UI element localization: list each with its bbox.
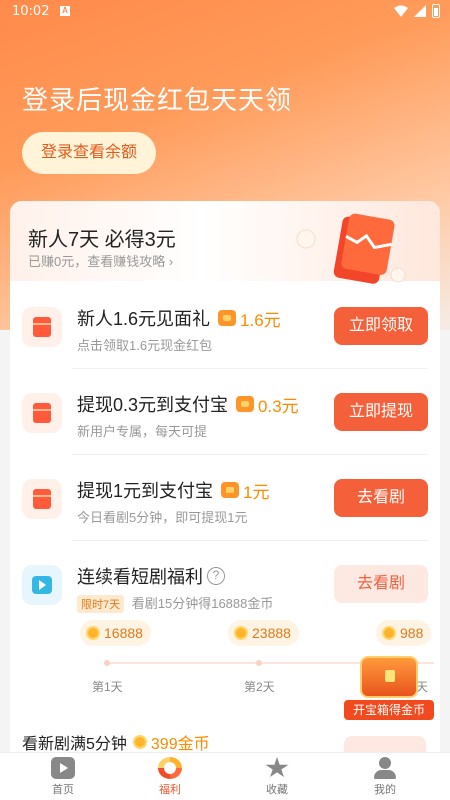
task-title-text: 提现0.3元到支付宝 — [77, 395, 229, 415]
status-icons — [394, 4, 440, 18]
coin-icon — [132, 735, 147, 749]
task-reward: 1.6元 — [240, 310, 281, 330]
task-reward: 1元 — [243, 482, 270, 502]
red-envelope-icon — [22, 393, 62, 433]
user-icon — [373, 757, 397, 779]
cash-icon — [221, 482, 240, 498]
task-subtitle-text: 看剧15分钟得16888金币 — [131, 596, 274, 611]
task-title-text: 提现1元到支付宝 — [77, 481, 214, 501]
tab-home[interactable]: 首页 — [18, 753, 108, 800]
task-row-drama-streak: 连续看短剧福利 ? 限时7天 看剧15分钟得16888金币 去看剧 — [10, 541, 440, 627]
red-envelope-illustration — [296, 213, 406, 284]
newbie-subtitle-text: 已赚0元，查看赚钱攻略 — [28, 254, 166, 269]
bottom-tab-bar: 首页 福利 收藏 我的 — [0, 752, 450, 800]
coin-reward-day1: 16888 — [80, 620, 151, 646]
red-envelope-icon — [22, 479, 62, 519]
task-title: 提现1元到支付宝 1元 — [77, 477, 269, 503]
tab-welfare[interactable]: 福利 — [125, 753, 215, 800]
task-subtitle: 点击领取1.6元现金红包 — [77, 338, 213, 353]
signal-icon — [414, 5, 426, 17]
task-title: 连续看短剧福利 ? — [77, 563, 225, 589]
progress-node — [104, 660, 110, 666]
watch-new-reward: 399金币 — [150, 736, 210, 753]
hero-title: 登录后现金红包天天领 — [22, 85, 293, 115]
watch-new-drama-row: 看新剧满5分钟 399金币 — [22, 730, 210, 754]
coin-icon — [86, 626, 100, 640]
task-subtitle: 新用户专属，每天可提 — [77, 424, 208, 439]
tab-label: 首页 — [52, 784, 74, 796]
task-subtitle: 今日看剧5分钟，即可提现1元 — [77, 510, 248, 525]
chevron-right-icon: › — [168, 254, 174, 269]
task-reward: 0.3元 — [258, 396, 299, 416]
task-title-text: 连续看短剧福利 — [77, 567, 203, 587]
watch-new-title: 看新剧满5分钟 — [22, 736, 127, 753]
tab-label: 福利 — [159, 784, 181, 796]
task-title: 提现0.3元到支付宝 0.3元 — [77, 391, 299, 417]
task-row-withdraw-03: 提现0.3元到支付宝 0.3元 新用户专属，每天可提 立即提现 — [10, 369, 440, 455]
withdraw-button[interactable]: 立即提现 — [334, 393, 428, 431]
cash-icon — [236, 396, 255, 412]
treasure-chest-icon — [360, 656, 418, 698]
wifi-icon — [394, 5, 408, 17]
coin-reward-day3: 988 — [376, 620, 432, 646]
welfare-icon — [158, 757, 182, 779]
watch-drama-button[interactable]: 去看剧 — [334, 565, 428, 603]
red-envelope-icon — [22, 307, 62, 347]
login-button[interactable]: 登录查看余额 — [22, 132, 156, 174]
coin-icon — [382, 626, 396, 640]
claim-button[interactable]: 立即领取 — [334, 307, 428, 345]
tab-profile[interactable]: 我的 — [340, 753, 430, 800]
task-title: 新人1.6元见面礼 1.6元 — [77, 305, 281, 331]
task-title-text: 新人1.6元见面礼 — [77, 309, 211, 329]
task-subtitle: 限时7天 看剧15分钟得16888金币 — [77, 593, 273, 613]
watch-drama-button[interactable]: 去看剧 — [334, 479, 428, 517]
tab-label: 我的 — [374, 784, 396, 796]
treasure-label: 开宝箱得金币 — [344, 700, 434, 720]
tab-label: 收藏 — [266, 784, 288, 796]
help-icon[interactable]: ? — [207, 567, 225, 585]
newbie-subtitle[interactable]: 已赚0元，查看赚钱攻略 › — [28, 251, 173, 270]
star-icon — [265, 757, 289, 778]
play-tv-icon — [22, 565, 62, 605]
battery-icon — [432, 4, 440, 18]
coin-reward-day2: 23888 — [228, 620, 299, 646]
day-label: 第2天 — [244, 680, 275, 694]
home-play-icon — [51, 757, 75, 779]
task-row-withdraw-1: 提现1元到支付宝 1元 今日看剧5分钟，即可提现1元 去看剧 — [10, 455, 440, 541]
newbie-banner[interactable]: 新人7天 必得3元 已赚0元，查看赚钱攻略 › — [10, 201, 440, 284]
progress-node — [256, 660, 262, 666]
coin-icon — [234, 626, 248, 640]
coin-amount: 988 — [400, 625, 424, 641]
status-time: 10:02 — [12, 4, 50, 19]
tab-favorites[interactable]: 收藏 — [232, 753, 322, 800]
cash-icon — [218, 310, 237, 326]
coin-amount: 16888 — [104, 625, 143, 641]
day-label: 第1天 — [92, 680, 123, 694]
newbie-title: 新人7天 必得3元 — [28, 229, 176, 251]
notification-icon: A — [60, 6, 70, 16]
treasure-chest-button[interactable]: 开宝箱得金币 — [344, 656, 434, 720]
coin-amount: 23888 — [252, 625, 291, 641]
status-bar: 10:02 A — [0, 0, 450, 24]
limited-badge: 限时7天 — [77, 595, 125, 613]
task-row-newbie-gift: 新人1.6元见面礼 1.6元 点击领取1.6元现金红包 立即领取 — [10, 283, 440, 369]
